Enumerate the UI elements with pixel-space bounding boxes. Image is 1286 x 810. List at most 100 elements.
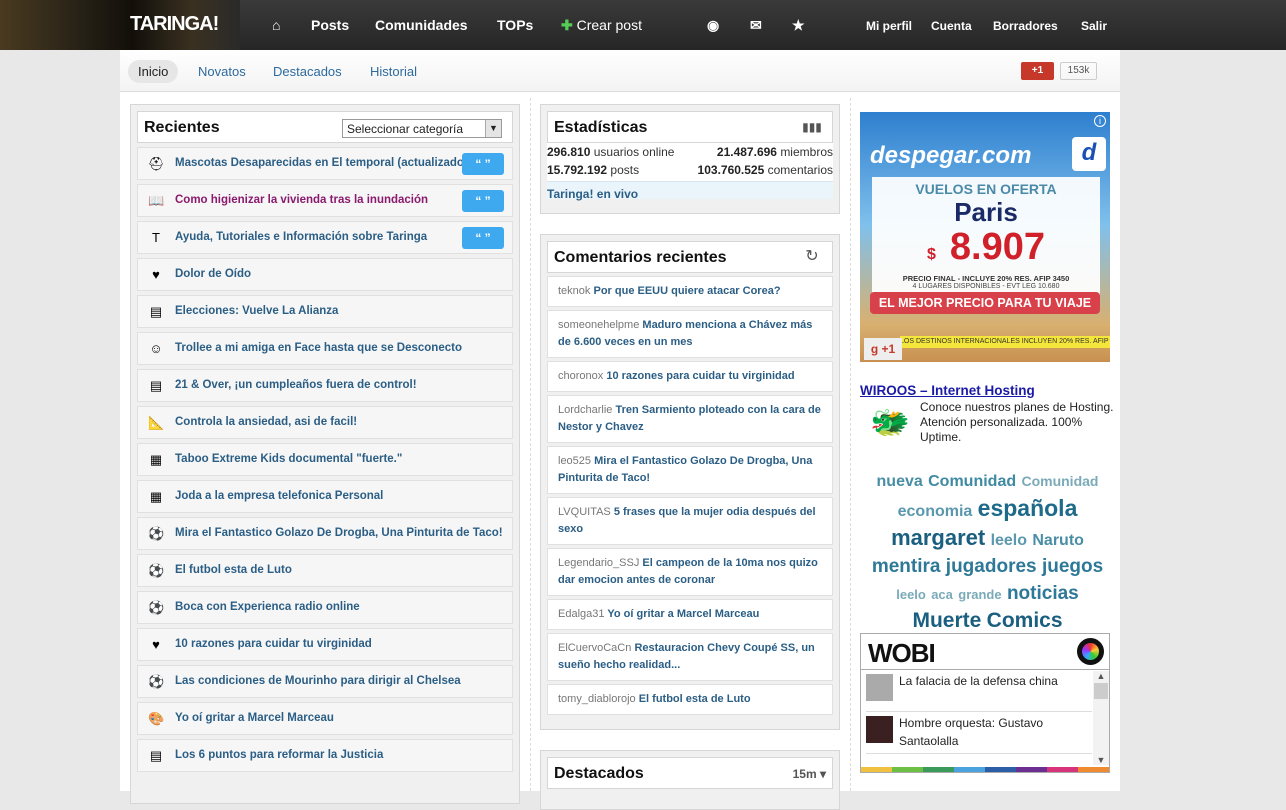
comment-user[interactable]: Lordcharlie: [558, 404, 612, 416]
post-row[interactable]: ▤ 21 & Over, ¡un cumpleaños fuera de cont…: [137, 369, 513, 402]
comment-post-title[interactable]: 10 razones para cuidar tu virginidad: [606, 370, 794, 382]
tag-link[interactable]: leelo: [896, 587, 926, 602]
post-title[interactable]: Taboo Extreme Kids documental "fuerte.": [175, 453, 402, 465]
post-title[interactable]: Los 6 puntos para reformar la Justicia: [175, 749, 383, 761]
tab-historial[interactable]: Historial: [370, 64, 417, 79]
post-row[interactable]: ▦ Taboo Extreme Kids documental "fuerte.": [137, 443, 513, 476]
comment-item[interactable]: Legendario_SSJ El campeon de la 10ma nos…: [547, 548, 833, 596]
post-title[interactable]: Controla la ansiedad, asi de facil!: [175, 416, 357, 428]
star-icon[interactable]: ★: [792, 17, 805, 34]
nav-salir[interactable]: Salir: [1081, 19, 1107, 33]
post-title[interactable]: Mira el Fantastico Golazo De Drogba, Una…: [175, 527, 503, 539]
wobi-item[interactable]: La falacia de la defensa china: [866, 670, 1092, 712]
tag-link[interactable]: Comics: [987, 609, 1063, 632]
post-row[interactable]: ⚽ Boca con Experienca radio online: [137, 591, 513, 624]
create-post-button[interactable]: ✚ Crear post: [561, 17, 642, 34]
post-row[interactable]: ▤ Los 6 puntos para reformar la Justicia: [137, 739, 513, 772]
post-row[interactable]: 🎨 Yo oí gritar a Marcel Marceau: [137, 702, 513, 735]
comment-user[interactable]: teknok: [558, 285, 590, 297]
post-row[interactable]: ⚽ Las condiciones de Mourinho para dirigi…: [137, 665, 513, 698]
tag-link[interactable]: noticias: [1007, 583, 1079, 604]
refresh-icon[interactable]: ↻: [792, 242, 832, 272]
post-row[interactable]: ▦ Joda a la empresa telefonica Personal: [137, 480, 513, 513]
nav-mi-perfil[interactable]: Mi perfil: [866, 19, 912, 33]
comment-item[interactable]: Lordcharlie Tren Sarmiento ploteado con …: [547, 395, 833, 443]
post-row[interactable]: ⛑ Mascotas Desaparecidas en El temporal (…: [137, 147, 513, 180]
home-icon[interactable]: ⌂: [272, 17, 280, 33]
post-row[interactable]: ☺ Trollee a mi amiga en Face hasta que se…: [137, 332, 513, 365]
comment-user[interactable]: tomy_diablorojo: [558, 693, 636, 705]
post-title[interactable]: Las condiciones de Mourinho para dirigir…: [175, 675, 461, 687]
post-row[interactable]: ♥ 10 razones para cuidar tu virginidad: [137, 628, 513, 661]
post-title[interactable]: Como higienizar la vivienda tras la inun…: [175, 194, 428, 206]
tag-link[interactable]: jugadores: [946, 556, 1037, 577]
wobi-item[interactable]: Hombre orquesta: Gustavo Santaolalla: [866, 712, 1092, 754]
info-icon[interactable]: i: [1094, 115, 1106, 127]
tag-link[interactable]: Comunidad: [928, 473, 1016, 490]
tag-link[interactable]: aca: [931, 587, 953, 602]
tab-novatos[interactable]: Novatos: [198, 64, 246, 79]
post-title[interactable]: Boca con Experienca radio online: [175, 601, 360, 613]
post-row[interactable]: 📖 Como higienizar la vivienda tras la inu…: [137, 184, 513, 217]
tag-link[interactable]: economia: [898, 503, 973, 520]
post-row[interactable]: ⚽ El futbol esta de Luto: [137, 554, 513, 587]
tag-link[interactable]: mentira: [872, 556, 941, 577]
nav-comunidades[interactable]: Comunidades: [375, 17, 468, 33]
comment-user[interactable]: Legendario_SSJ: [558, 557, 639, 569]
tab-destacados[interactable]: Destacados: [273, 64, 342, 79]
despegar-ad[interactable]: i despegar.com d VUELOS EN OFERTA Paris …: [860, 112, 1110, 362]
comment-post-title[interactable]: El futbol esta de Luto: [639, 693, 751, 705]
tag-link[interactable]: nueva: [877, 473, 923, 490]
taringa-en-vivo-link[interactable]: Taringa! en vivo: [547, 181, 833, 201]
comment-user[interactable]: someonehelpme: [558, 319, 639, 331]
tag-link[interactable]: juegos: [1042, 556, 1103, 577]
comment-user[interactable]: choronox: [558, 370, 603, 382]
post-title[interactable]: Trollee a mi amiga en Face hasta que se …: [175, 342, 462, 354]
tag-link[interactable]: leelo: [991, 532, 1027, 549]
comment-user[interactable]: LVQUITAS: [558, 506, 611, 518]
tag-link[interactable]: Muerte: [912, 609, 981, 632]
quote-button[interactable]: “ ”: [462, 153, 504, 175]
comment-user[interactable]: ElCuervoCaCn: [558, 642, 631, 654]
comment-user[interactable]: Edalga31: [558, 608, 605, 620]
post-row[interactable]: T Ayuda, Tutoriales e Información sobre T…: [137, 221, 513, 254]
quote-button[interactable]: “ ”: [462, 227, 504, 249]
eye-icon[interactable]: ◉: [707, 17, 719, 34]
comment-item[interactable]: teknok Por que EEUU quiere atacar Corea?: [547, 276, 833, 307]
post-title[interactable]: El futbol esta de Luto: [175, 564, 292, 576]
nav-posts[interactable]: Posts: [311, 17, 349, 33]
post-title[interactable]: Dolor de Oído: [175, 268, 251, 280]
ad-google-plus-button[interactable]: g +1: [864, 338, 902, 360]
comment-user[interactable]: leo525: [558, 455, 591, 467]
post-title[interactable]: Ayuda, Tutoriales e Información sobre Ta…: [175, 231, 427, 243]
post-title[interactable]: Joda a la empresa telefonica Personal: [175, 490, 383, 502]
tag-link[interactable]: grande: [958, 587, 1001, 602]
quote-button[interactable]: “ ”: [462, 190, 504, 212]
comment-post-title[interactable]: Mira el Fantastico Golazo De Drogba, Una…: [558, 455, 812, 484]
comment-item[interactable]: LVQUITAS 5 frases que la mujer odia desp…: [547, 497, 833, 545]
comment-post-title[interactable]: Yo oí gritar a Marcel Marceau: [607, 608, 759, 620]
period-dropdown[interactable]: 15m ▾: [793, 767, 826, 781]
comment-item[interactable]: someonehelpme Maduro menciona a Chávez m…: [547, 310, 833, 358]
comment-item[interactable]: choronox 10 razones para cuidar tu virgi…: [547, 361, 833, 392]
taringa-logo[interactable]: TARINGA!: [130, 13, 219, 36]
bar-chart-icon[interactable]: ▮▮▮: [792, 112, 832, 142]
post-title[interactable]: Yo oí gritar a Marcel Marceau: [175, 712, 334, 724]
tag-link[interactable]: margaret: [891, 525, 985, 550]
comment-item[interactable]: ElCuervoCaCn Restauracion Chevy Coupé SS…: [547, 633, 833, 681]
nav-borradores[interactable]: Borradores: [993, 19, 1058, 33]
scrollbar[interactable]: ▲ ▼: [1093, 671, 1109, 765]
post-title[interactable]: Elecciones: Vuelve La Alianza: [175, 305, 338, 317]
post-row[interactable]: ⚽ Mira el Fantastico Golazo De Drogba, Un…: [137, 517, 513, 550]
post-row[interactable]: 📐 Controla la ansiedad, asi de facil!: [137, 406, 513, 439]
category-select[interactable]: Seleccionar categoría ▼: [342, 119, 502, 138]
comment-post-title[interactable]: Por que EEUU quiere atacar Corea?: [593, 285, 780, 297]
post-title[interactable]: 21 & Over, ¡un cumpleaños fuera de contr…: [175, 379, 417, 391]
nav-tops[interactable]: TOPs: [497, 17, 533, 33]
post-title[interactable]: 10 razones para cuidar tu virginidad: [175, 638, 372, 650]
tab-inicio[interactable]: Inicio: [128, 60, 179, 83]
tag-link[interactable]: Naruto: [1032, 532, 1084, 549]
wiroos-link[interactable]: WIROOS – Internet Hosting: [860, 383, 1035, 398]
mail-icon[interactable]: ✉: [750, 17, 762, 34]
comment-item[interactable]: Edalga31 Yo oí gritar a Marcel Marceau: [547, 599, 833, 630]
